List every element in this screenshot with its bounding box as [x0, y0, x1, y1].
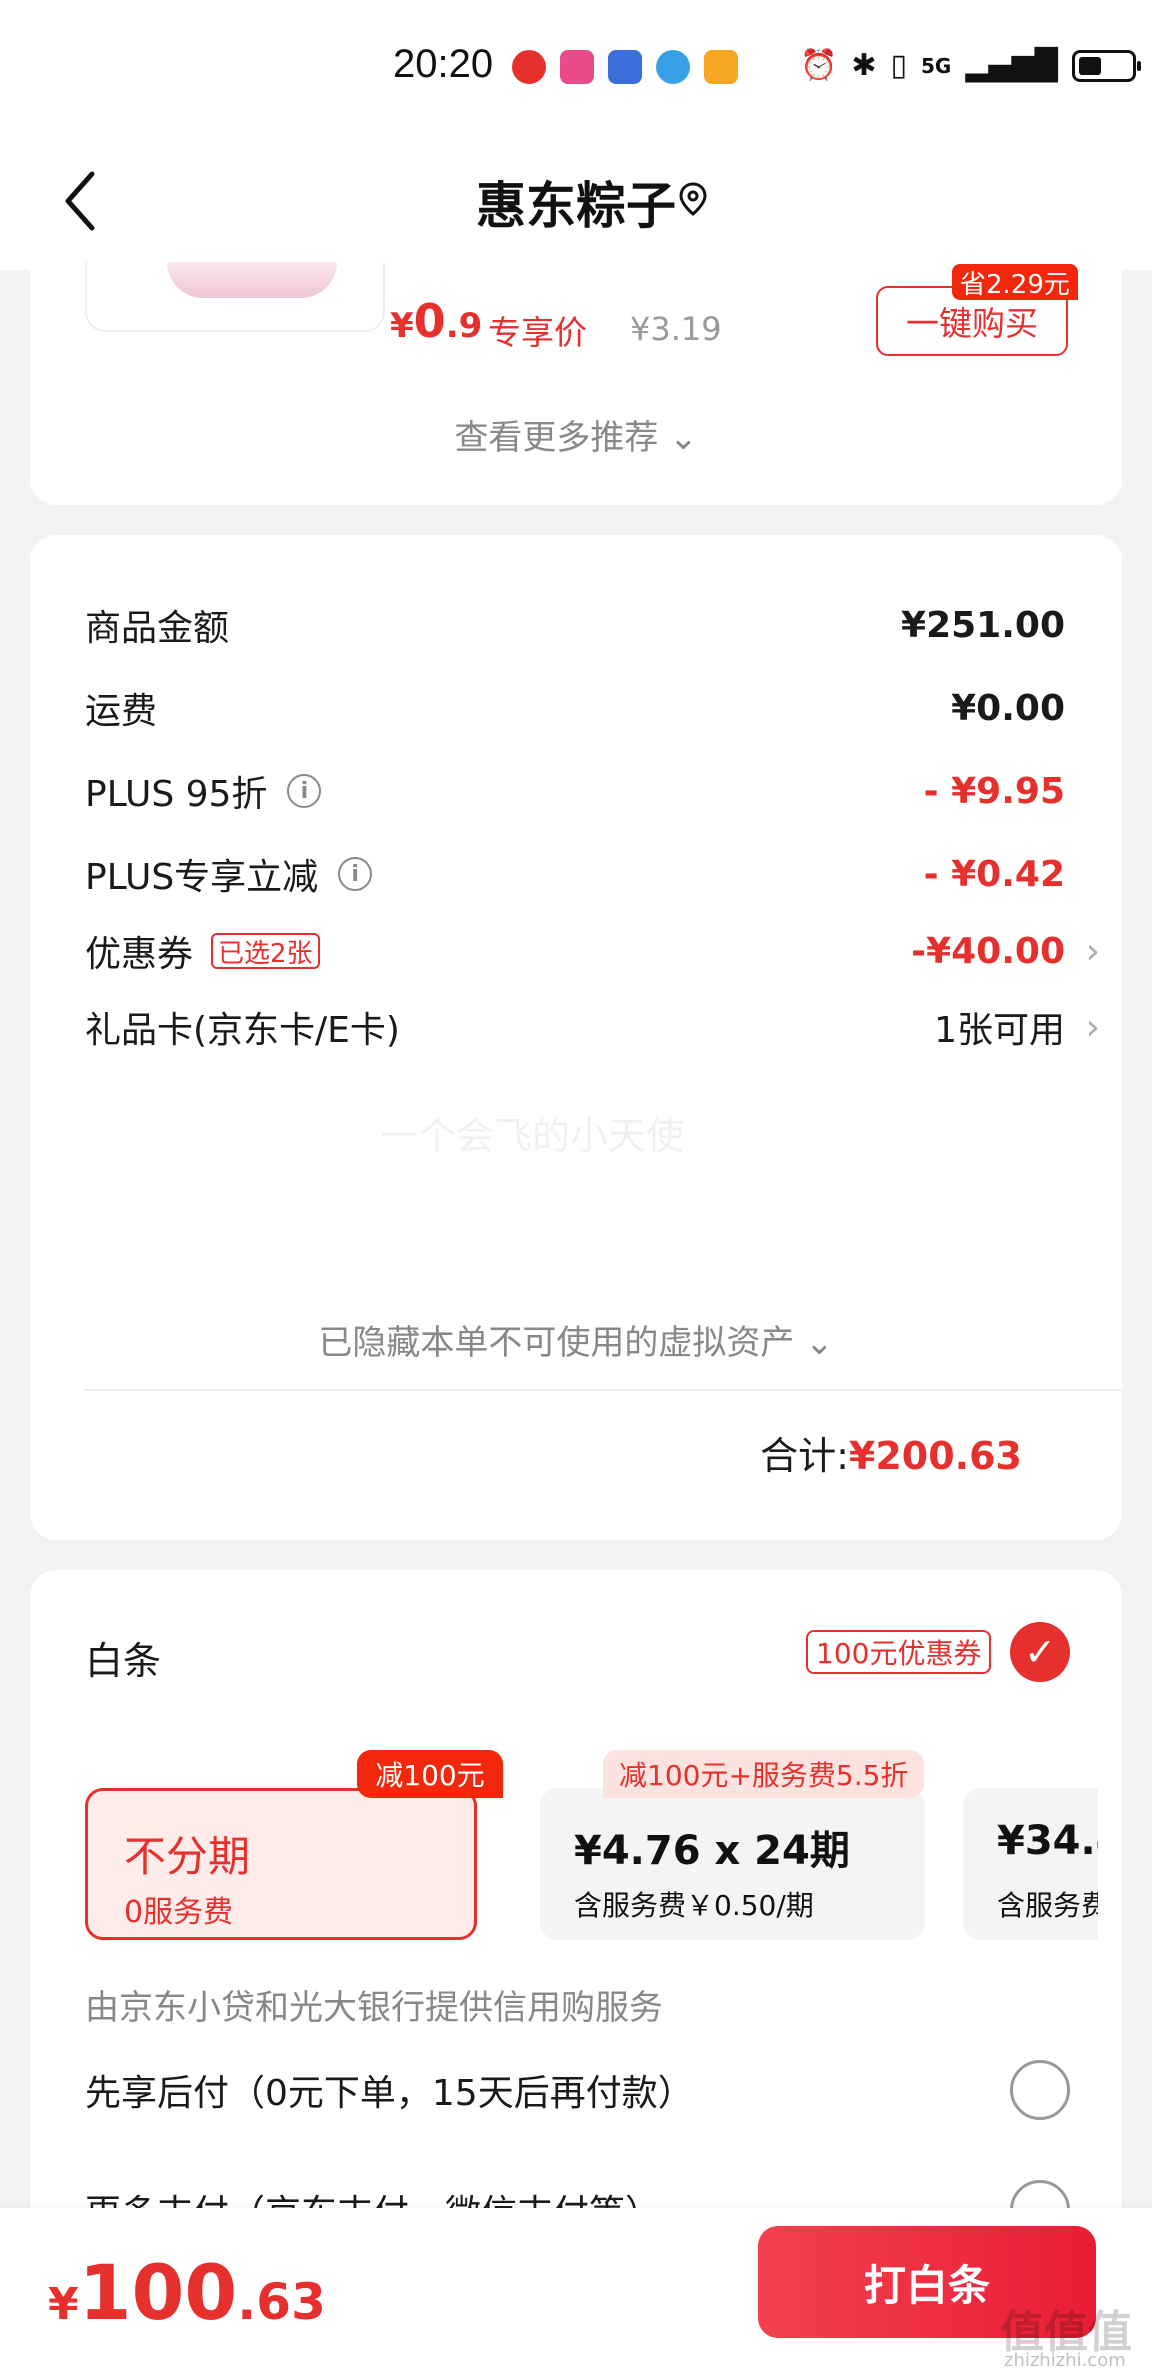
plan-title: ¥34.4: [997, 1818, 1098, 1864]
summary-row-plus-reduction: PLUS专享立减 i - ¥0.42: [85, 844, 1065, 904]
status-indicators: ⏰ ✱ ▯ 5G ▂▄▆█: [800, 48, 1141, 83]
divider: [85, 1389, 1122, 1391]
vibrate-icon: ▯: [890, 48, 908, 83]
total-label: 合计:: [760, 1434, 849, 1478]
row-value: - ¥9.95: [923, 770, 1065, 812]
row-value: - ¥0.42: [923, 853, 1065, 895]
row-value: 1张可用: [934, 1010, 1065, 1051]
checkout-bar: ¥100.63 打白条: [0, 2208, 1152, 2376]
status-bar: 20:20 ⏰ ✱ ▯ 5G ▂▄▆█: [0, 0, 1152, 130]
plan-24-installments[interactable]: ¥4.76 x 24期 含服务费￥0.50/期: [540, 1788, 925, 1940]
row-label: PLUS 95折: [85, 774, 268, 815]
original-price: ¥3.19: [630, 310, 722, 348]
row-label: 商品金额: [85, 608, 230, 649]
app-notification-icon: [656, 50, 690, 84]
summary-row-shipping: 运费 ¥0.00: [85, 678, 1065, 738]
see-more-recommendations[interactable]: 查看更多推荐 ⌄: [30, 410, 1122, 459]
summary-row-gift-card[interactable]: 礼品卡(京东卡/E卡) 1张可用 ›: [85, 997, 1100, 1057]
summary-row-coupon[interactable]: 优惠券 已选2张 -¥40.00 ›: [85, 921, 1100, 981]
plan-title: ¥4.76 x 24期: [574, 1828, 850, 1874]
bluetooth-icon: ✱: [851, 48, 877, 83]
price-integer: 0: [413, 294, 446, 348]
status-app-icons: [512, 50, 738, 84]
price-integer: 100: [78, 2248, 238, 2337]
order-total: 合计:¥200.63: [760, 1425, 1022, 1480]
info-icon[interactable]: i: [338, 857, 373, 891]
checkmark-icon[interactable]: ✓: [1010, 1622, 1070, 1682]
order-summary-card: 商品金额 ¥251.00 运费 ¥0.00 PLUS 95折 i - ¥9.95…: [30, 535, 1122, 1540]
row-label: 礼品卡(京东卡/E卡): [85, 1010, 400, 1051]
pay-option-pay-later[interactable]: 先享后付（0元下单，15天后再付款）: [85, 2058, 1070, 2122]
row-label: 运费: [85, 691, 158, 732]
chevron-right-icon: ›: [1085, 930, 1100, 972]
status-time: 20:20: [393, 42, 494, 86]
installment-plans: 不分期 0服务费 减100元 ¥4.76 x 24期 含服务费￥0.50/期 减…: [85, 1750, 1098, 1950]
plan-subtitle: 含服务费: [997, 1889, 1098, 1922]
pay-option-label: 先享后付（0元下单，15天后再付款）: [85, 2073, 694, 2114]
summary-row-plus-discount: PLUS 95折 i - ¥9.95: [85, 761, 1065, 821]
user-watermark: 一个会飞的小天使: [380, 1114, 685, 1158]
alarm-icon: ⏰: [800, 48, 838, 83]
exclusive-price-label: 专享价: [488, 313, 587, 352]
page-header: 惠东粽子: [0, 130, 1152, 270]
row-label: 优惠券: [85, 934, 194, 975]
location-pin-icon[interactable]: [678, 182, 708, 216]
baitiao-label: 白条: [85, 1639, 162, 1683]
brand-watermark-url: zhizhizhi.com: [1004, 2350, 1126, 2371]
row-label: PLUS专享立减: [85, 857, 319, 898]
hidden-assets-toggle[interactable]: 已隐藏本单不可使用的虚拟资产 ⌄: [30, 1315, 1122, 1364]
app-notification-icon: [704, 50, 738, 84]
row-value: -¥40.00: [911, 930, 1065, 972]
row-value: ¥0.00: [951, 687, 1065, 729]
signal-icon: ▂▄▆█: [965, 48, 1058, 83]
recommendation-card: ¥0.9 专享价 ¥3.19 一键购买 省2.29元 查看更多推荐 ⌄: [30, 250, 1122, 505]
payable-amount: ¥100.63: [48, 2248, 326, 2337]
plan-discount-badge: 减100元+服务费5.5折: [603, 1750, 925, 1798]
plan-no-installment[interactable]: 不分期 0服务费: [85, 1788, 477, 1940]
row-value: ¥251.00: [901, 604, 1065, 646]
price-symbol: ¥: [390, 306, 414, 346]
save-badge: 省2.29元: [952, 264, 1078, 300]
chevron-right-icon: ›: [1085, 1006, 1100, 1048]
price-decimal: .9: [445, 306, 483, 346]
baitiao-coupon-tag[interactable]: 100元优惠券: [806, 1630, 992, 1674]
product-thumbnail[interactable]: [85, 262, 385, 332]
total-value: ¥200.63: [848, 1434, 1022, 1478]
plan-title: 不分期: [124, 1832, 251, 1881]
plan-other-installment[interactable]: ¥34.4 含服务费: [963, 1788, 1098, 1940]
battery-icon: [1071, 49, 1141, 82]
credit-provider-note: 由京东小贷和光大银行提供信用购服务: [85, 1988, 663, 2028]
plan-discount-badge: 减100元: [357, 1750, 503, 1798]
info-icon[interactable]: i: [287, 774, 322, 808]
summary-row-goods-amount: 商品金额 ¥251.00: [85, 595, 1065, 655]
radio-button[interactable]: [1010, 2060, 1070, 2120]
price-decimal: .63: [237, 2273, 326, 2331]
recommendation-price: ¥0.9: [390, 294, 482, 348]
page-title: 惠东粽子: [476, 177, 676, 235]
plan-subtitle: 0服务费: [124, 1895, 234, 1930]
app-notification-icon: [512, 50, 546, 84]
network-label: 5G: [921, 53, 952, 78]
app-notification-icon: [608, 50, 642, 84]
plan-subtitle: 含服务费￥0.50/期: [574, 1889, 814, 1922]
app-notification-icon: [560, 50, 594, 84]
coupon-selected-tag: 已选2张: [211, 933, 320, 969]
price-symbol: ¥: [48, 2279, 79, 2330]
